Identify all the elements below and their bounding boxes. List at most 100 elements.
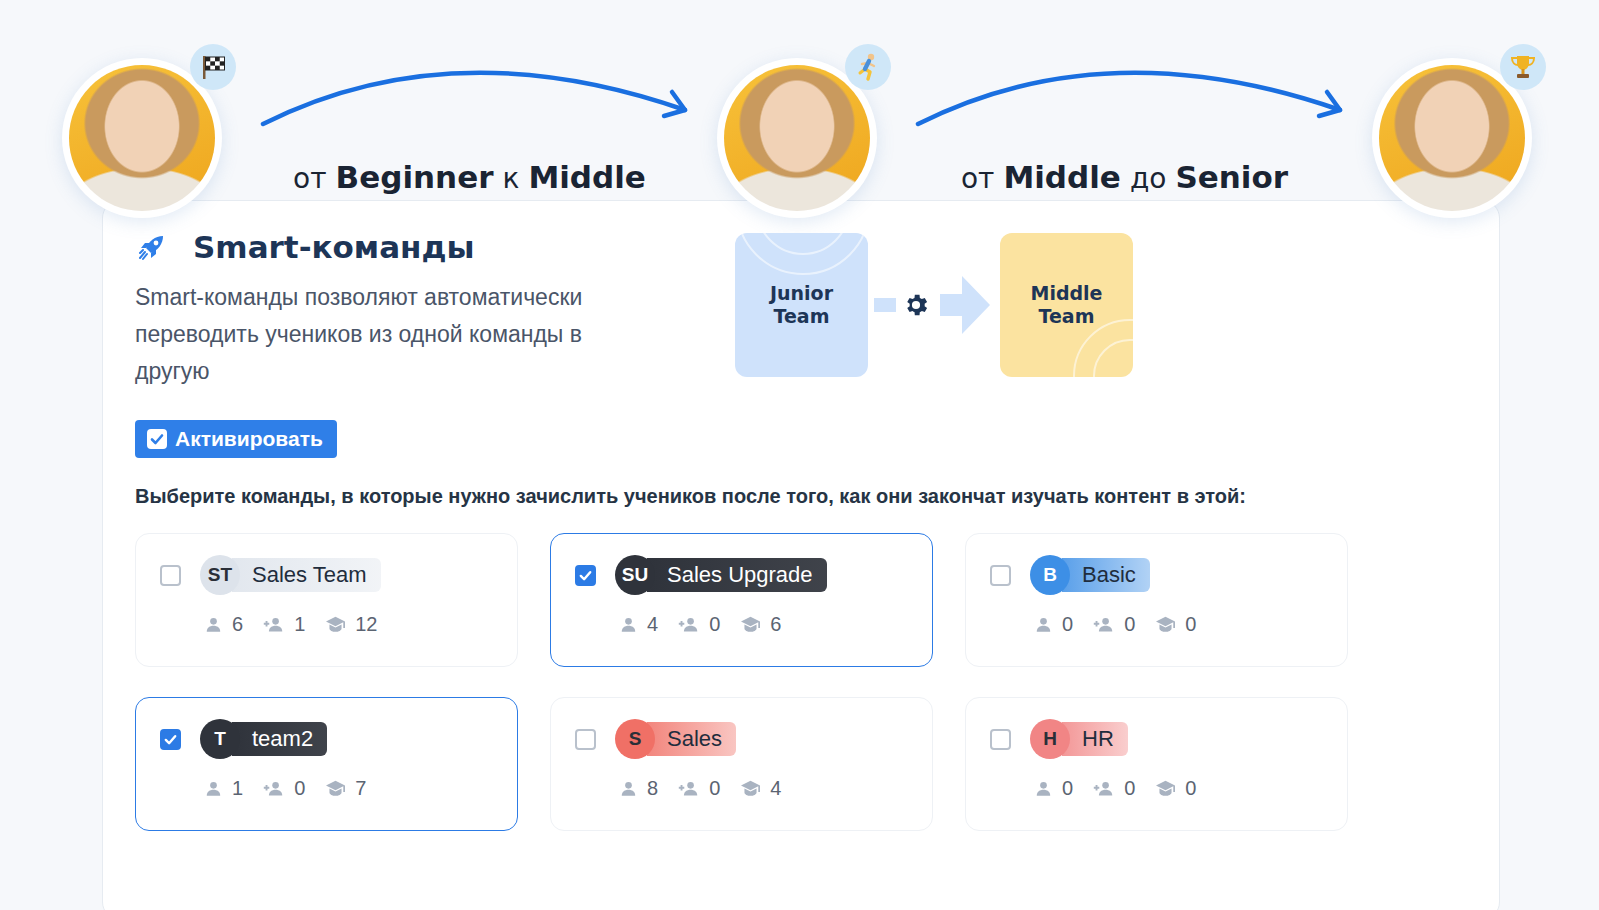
team-stat: 0 xyxy=(1034,777,1073,799)
activate-button[interactable]: Активировать xyxy=(135,420,337,458)
journey-row: отBeginnerкMiddleотMiddleдоSenior xyxy=(0,0,1599,200)
activate-checkbox[interactable] xyxy=(147,429,167,449)
curved-arrow-icon xyxy=(222,73,717,143)
team-stat: 7 xyxy=(325,777,366,799)
stat-value: 1 xyxy=(294,613,305,635)
team-checkbox[interactable] xyxy=(160,565,181,586)
team-stat: 0 xyxy=(678,777,720,799)
tile-decoration xyxy=(756,233,850,255)
stat-value: 0 xyxy=(1062,777,1073,799)
stage-badge xyxy=(1500,44,1546,90)
stat-value: 0 xyxy=(1185,613,1196,635)
team-checkbox[interactable] xyxy=(160,729,181,750)
graduation-cap-icon xyxy=(325,779,346,798)
stat-value: 6 xyxy=(770,613,781,635)
stat-value: 4 xyxy=(770,777,781,799)
graduation-cap-icon xyxy=(1155,615,1176,634)
team-grid: STSales Team6112SUSales Upgrade406BBasic… xyxy=(135,533,1467,831)
source-team-tile: Junior Team xyxy=(735,233,868,377)
team-stats: 80 4 xyxy=(575,777,908,799)
check-icon xyxy=(149,431,165,447)
team-card[interactable]: HHR000 xyxy=(965,697,1348,831)
card-title: Smart-команды xyxy=(193,229,475,265)
avatar-photo xyxy=(1379,65,1525,211)
team-checkbox[interactable] xyxy=(990,729,1011,750)
stat-value: 8 xyxy=(647,777,658,799)
transition-label: отBeginnerкMiddle xyxy=(293,159,646,195)
team-stat: 0 xyxy=(1093,613,1135,635)
activate-label[interactable]: Активировать xyxy=(175,427,323,451)
team-name: Sales Upgrade xyxy=(647,558,827,592)
person-icon xyxy=(204,779,223,798)
team-stat: 6 xyxy=(740,613,781,635)
team-stat: 0 xyxy=(263,777,305,799)
stage-badge xyxy=(845,44,891,90)
stat-value: 6 xyxy=(232,613,243,635)
team-stat: 0 xyxy=(1155,613,1196,635)
team-name: HR xyxy=(1062,722,1128,756)
transition-label: отMiddleдоSenior xyxy=(961,159,1288,195)
connector xyxy=(874,298,896,312)
tile-label: Junior Team xyxy=(754,282,850,328)
team-select-prompt: Выберите команды, в которые нужно зачисл… xyxy=(135,483,1467,509)
avatar xyxy=(1372,58,1532,218)
team-card[interactable]: BBasic 0 0 0 xyxy=(965,533,1348,667)
stat-value: 12 xyxy=(355,613,377,635)
team-stats: 000 xyxy=(990,777,1323,799)
avatar-photo xyxy=(724,65,870,211)
transition-word: Middle xyxy=(528,159,646,195)
transition-word: от xyxy=(293,162,326,195)
team-card[interactable]: Tteam2 107 xyxy=(135,697,518,831)
team-stat: 4 xyxy=(619,613,658,635)
person-add-icon xyxy=(678,615,700,634)
team-tag: SSales xyxy=(615,719,736,759)
transition-word: до xyxy=(1130,162,1167,195)
team-stat: 12 xyxy=(325,613,377,635)
team-tag: Tteam2 xyxy=(200,719,327,759)
avatar-photo xyxy=(69,65,215,211)
arrow-right-icon xyxy=(936,272,994,338)
target-team-tile: Middle Team xyxy=(1000,233,1133,377)
person-add-icon xyxy=(263,615,285,634)
avatar xyxy=(62,58,222,218)
team-stat: 0 xyxy=(1034,613,1073,635)
transition-word: от xyxy=(961,162,994,195)
stat-value: 4 xyxy=(647,613,658,635)
person-icon xyxy=(1034,779,1053,798)
team-stat: 1 xyxy=(204,777,243,799)
team-card-header: HHR xyxy=(990,719,1323,759)
team-checkbox[interactable] xyxy=(575,565,596,586)
stat-value: 0 xyxy=(1124,777,1135,799)
curved-arrow-icon xyxy=(877,73,1372,143)
check-icon xyxy=(578,568,593,583)
tile-decoration xyxy=(1073,319,1133,377)
team-stat: 8 xyxy=(619,777,658,799)
checkered-flag-icon xyxy=(199,53,227,81)
transition: отMiddleдоSenior xyxy=(877,58,1372,195)
team-checkbox[interactable] xyxy=(990,565,1011,586)
team-card[interactable]: STSales Team 6 1 12 xyxy=(135,533,518,667)
transition: отBeginnerкMiddle xyxy=(222,58,717,195)
rocket-icon xyxy=(137,232,167,262)
graduation-cap-icon xyxy=(740,779,761,798)
transition-word: Middle xyxy=(1003,159,1121,195)
gear-icon xyxy=(902,291,930,319)
team-card-header: STSales Team xyxy=(160,555,493,595)
stat-value: 1 xyxy=(232,777,243,799)
team-card[interactable]: SSales 80 4 xyxy=(550,697,933,831)
person-add-icon xyxy=(1093,779,1115,798)
team-initials: H xyxy=(1030,719,1070,759)
team-checkbox[interactable] xyxy=(575,729,596,750)
team-stat: 4 xyxy=(740,777,781,799)
team-tag: STSales Team xyxy=(200,555,381,595)
team-stats: 406 xyxy=(575,613,908,635)
stat-value: 0 xyxy=(1124,613,1135,635)
team-name: Sales Team xyxy=(232,558,381,592)
team-card-header: BBasic xyxy=(990,555,1323,595)
team-card-header: SSales xyxy=(575,719,908,759)
card-head: Smart-командыSmart-команды позволяют авт… xyxy=(135,227,1467,390)
team-card[interactable]: SUSales Upgrade406 xyxy=(550,533,933,667)
team-initials: S xyxy=(615,719,655,759)
team-stat: 1 xyxy=(263,613,305,635)
team-stats: 107 xyxy=(160,777,493,799)
